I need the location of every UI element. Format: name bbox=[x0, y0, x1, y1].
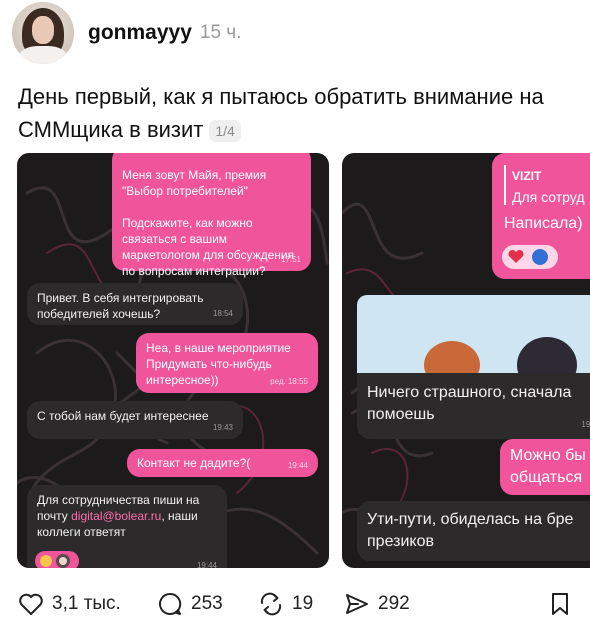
message-time: 19:43 bbox=[212, 423, 233, 432]
page-counter: 1/4 bbox=[209, 120, 241, 143]
message-time: 19:44 bbox=[287, 461, 308, 470]
share-button[interactable]: 292 bbox=[344, 586, 410, 622]
like-button[interactable]: 3,1 тыс. bbox=[18, 586, 121, 622]
message-bubble[interactable]: Можно бы общаться bbox=[500, 439, 590, 495]
message-bubble[interactable]: Контакт не дадите?( 19:44 bbox=[127, 449, 318, 477]
message-time: 17:51 bbox=[280, 255, 301, 264]
message-time: 18:54 bbox=[212, 309, 233, 318]
message-text: Меня зовут Майя, премия "Выбор потребите… bbox=[122, 168, 295, 278]
message-text: С тобой нам будет интереснее bbox=[37, 409, 209, 423]
post-time: 15 ч. bbox=[199, 22, 242, 43]
message-text: Контакт не дадите?( bbox=[137, 456, 251, 470]
comment-button[interactable]: 253 bbox=[157, 586, 223, 622]
heart-and-badge-icons bbox=[508, 249, 548, 265]
message-time: 19:44 bbox=[196, 561, 217, 568]
chat-screenshot-2[interactable]: VIZIT Для сотруд Написала) Ничего страшн… bbox=[342, 153, 590, 568]
post-text: День первый, как я пытаюсь обратить вним… bbox=[18, 80, 578, 146]
bookmark-button[interactable] bbox=[549, 586, 571, 622]
chat-screenshot-1[interactable]: Меня зовут Майя, премия "Выбор потребите… bbox=[17, 153, 329, 568]
repost-icon bbox=[258, 592, 284, 616]
message-text: Привет. В себя интегрировать победителей… bbox=[37, 291, 204, 321]
send-icon bbox=[344, 592, 370, 616]
bookmark-icon bbox=[549, 591, 571, 617]
message-bubble[interactable]: Ничего страшного, сначала помоешь 19:4 bbox=[357, 373, 590, 439]
comment-count: 253 bbox=[191, 593, 223, 614]
repost-button[interactable]: 19 bbox=[258, 586, 313, 622]
emoji-reaction-icons bbox=[40, 554, 70, 568]
email-link[interactable]: digital@bolear.ru bbox=[71, 509, 161, 523]
reply-quote-bar bbox=[504, 165, 506, 205]
image-carousel[interactable]: Меня зовут Майя, премия "Выбор потребите… bbox=[17, 153, 590, 568]
username[interactable]: gonmayyy bbox=[88, 21, 192, 45]
message-text: Ничего страшного, сначала помоешь bbox=[367, 384, 572, 423]
reply-preview: Для сотруд bbox=[512, 189, 585, 205]
comment-icon bbox=[157, 591, 183, 617]
message-time: 19:4 bbox=[581, 420, 590, 429]
heart-icon bbox=[18, 592, 44, 616]
message-bubble[interactable]: С тобой нам будет интереснее 19:43 bbox=[27, 401, 243, 439]
message-bubble[interactable]: Привет. В себя интегрировать победителей… bbox=[27, 283, 243, 325]
message-text: Можно бы общаться bbox=[510, 447, 586, 486]
avatar[interactable] bbox=[12, 2, 74, 64]
message-reactions[interactable] bbox=[502, 245, 558, 269]
message-bubble[interactable]: Ути-пути, обиделась на бре презиков 2 bbox=[357, 501, 590, 561]
message-text: Ути-пути, обиделась на бре презиков bbox=[367, 511, 574, 550]
post-actions: 3,1 тыс. 253 19 292 bbox=[0, 586, 590, 622]
reply-brand: VIZIT bbox=[512, 169, 542, 183]
message-text: Нea, в наше мероприятие Придумать что-ни… bbox=[146, 341, 291, 387]
message-reactions[interactable] bbox=[35, 551, 79, 568]
repost-count: 19 bbox=[292, 593, 314, 614]
reply-bubble[interactable]: VIZIT Для сотруд Написала) bbox=[492, 153, 590, 279]
like-count: 3,1 тыс. bbox=[52, 593, 121, 614]
message-bubble[interactable]: Меня зовут Майя, премия "Выбор потребите… bbox=[112, 153, 311, 278]
post-body: День первый, как я пытаюсь обратить вним… bbox=[18, 84, 544, 142]
share-count: 292 bbox=[378, 593, 410, 614]
reply-text: Написала) bbox=[504, 215, 583, 232]
post-header: gonmayyy 15 ч. bbox=[12, 2, 241, 64]
message-time: ред. 18:55 bbox=[270, 377, 308, 386]
message-bubble[interactable]: Нea, в наше мероприятие Придумать что-ни… bbox=[136, 333, 318, 393]
